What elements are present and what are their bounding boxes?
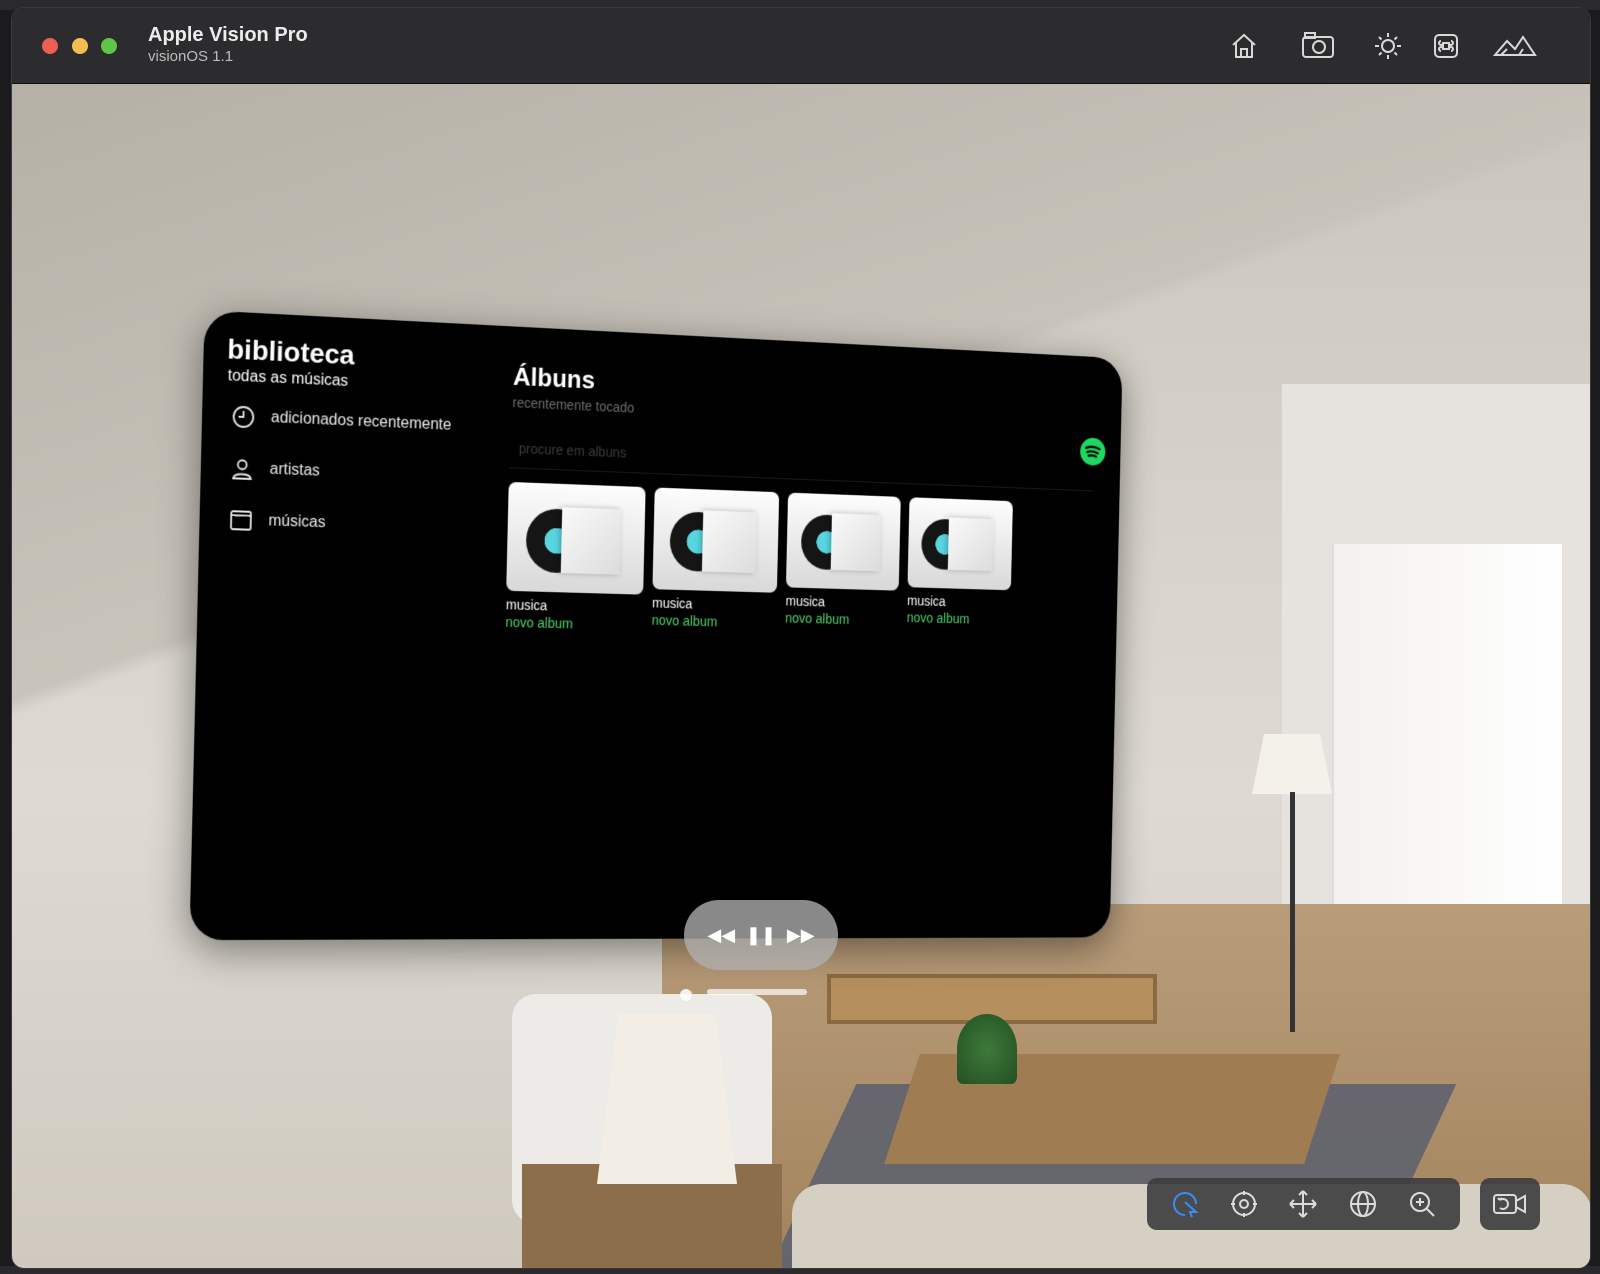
sidebar: biblioteca todas as músicas adicionados … xyxy=(189,310,493,940)
album-cover xyxy=(907,497,1013,591)
orbit-tool[interactable] xyxy=(1348,1189,1378,1219)
sidebar-title: biblioteca xyxy=(227,333,356,371)
look-tool[interactable] xyxy=(1229,1189,1259,1219)
coffee-table xyxy=(884,1054,1340,1164)
interaction-toolbar xyxy=(1147,1178,1460,1230)
album-subtitle: novo album xyxy=(785,610,850,627)
look-icon xyxy=(1231,1191,1258,1217)
page-subtitle: recentemente tocado xyxy=(512,394,635,416)
album-cover xyxy=(506,481,646,595)
floor-lamp-pole xyxy=(1290,792,1295,1032)
zoom-button[interactable] xyxy=(101,38,117,54)
environment-button[interactable] xyxy=(1492,28,1538,64)
page-title: Álbuns xyxy=(512,361,596,395)
pause-icon[interactable]: ❚❚ xyxy=(746,925,776,946)
command-button[interactable] xyxy=(1428,28,1464,64)
zoom-icon xyxy=(1410,1192,1435,1217)
album-sleeve xyxy=(830,513,882,572)
album-title: musica xyxy=(651,594,693,612)
album-sleeve xyxy=(947,517,994,572)
album-card[interactable]: musica novo album xyxy=(785,492,901,629)
sidebar-subtitle: todas as músicas xyxy=(227,367,349,390)
brightness-button[interactable] xyxy=(1370,28,1406,64)
spotify-app-window: biblioteca todas as músicas adicionados … xyxy=(189,310,1123,941)
album-title: musica xyxy=(907,592,946,609)
window-close-dot[interactable] xyxy=(680,989,692,1001)
home-icon xyxy=(1232,33,1256,58)
window-grab-bar[interactable] xyxy=(707,989,807,995)
album-card[interactable]: musica novo album xyxy=(505,481,646,633)
sidebar-item-recent[interactable]: adicionados recentemente xyxy=(231,401,452,440)
person-icon xyxy=(230,456,254,481)
album-sleeve xyxy=(560,507,622,575)
album-cover xyxy=(785,492,901,591)
album-subtitle: novo album xyxy=(651,612,718,630)
floor-lamp xyxy=(1252,734,1332,794)
environment-icon xyxy=(1493,35,1537,56)
title-bar: Apple Vision Pro visionOS 1.1 xyxy=(12,8,1590,84)
sidebar-item-label: artistas xyxy=(269,460,321,480)
brightness-icon xyxy=(1375,33,1401,59)
album-subtitle: novo album xyxy=(505,614,574,632)
search-bar xyxy=(509,429,1096,492)
command-icon xyxy=(1434,34,1458,58)
select-icon xyxy=(1172,1192,1199,1218)
album-card[interactable]: musica novo album xyxy=(907,497,1013,627)
album-title: musica xyxy=(785,593,826,610)
backward-icon[interactable]: ◀◀ xyxy=(707,925,735,946)
album-title: musica xyxy=(505,596,548,614)
window-title: Apple Vision Pro xyxy=(148,24,308,46)
folder-icon xyxy=(229,508,253,533)
clock-icon xyxy=(231,404,255,429)
albums-section: Álbuns recentemente tocado musica novo a… xyxy=(498,326,1123,939)
camera-icon xyxy=(1302,32,1334,58)
table-lamp xyxy=(597,1014,737,1184)
sidebar-item-songs[interactable]: músicas xyxy=(229,505,326,538)
album-sleeve xyxy=(701,510,758,574)
move-icon xyxy=(1289,1190,1318,1218)
home-button[interactable] xyxy=(1226,28,1262,64)
orbit-icon xyxy=(1349,1191,1376,1217)
search-input[interactable] xyxy=(518,435,881,476)
camera-reset-tool xyxy=(1492,1190,1528,1218)
select-tool[interactable] xyxy=(1170,1189,1200,1219)
screenshot-button[interactable] xyxy=(1300,28,1336,64)
sidebar-item-artists[interactable]: artistas xyxy=(230,453,320,486)
living-room-scene: biblioteca todas as músicas adicionados … xyxy=(12,84,1590,1268)
album-cover xyxy=(652,487,780,593)
minimize-button[interactable] xyxy=(72,38,88,54)
forward-icon[interactable]: ▶▶ xyxy=(787,925,815,946)
playback-controls: ◀◀ ❚❚ ▶▶ xyxy=(684,900,838,970)
curtained-window xyxy=(1332,544,1562,964)
simulator-window: Apple Vision Pro visionOS 1.1 biblioteca… xyxy=(12,8,1590,1268)
window-subtitle: visionOS 1.1 xyxy=(148,48,234,65)
move-tool[interactable] xyxy=(1288,1189,1318,1219)
sidebar-item-label: músicas xyxy=(268,512,326,532)
close-button[interactable] xyxy=(42,38,58,54)
camera-reset-icon xyxy=(1493,1194,1526,1214)
zoom-tool[interactable] xyxy=(1407,1189,1437,1219)
album-subtitle: novo album xyxy=(906,609,970,627)
sidebar-item-label: adicionados recentemente xyxy=(270,409,452,434)
plant xyxy=(957,1014,1017,1084)
album-card[interactable]: musica novo album xyxy=(652,487,780,630)
camera-reset-button[interactable] xyxy=(1480,1178,1540,1230)
